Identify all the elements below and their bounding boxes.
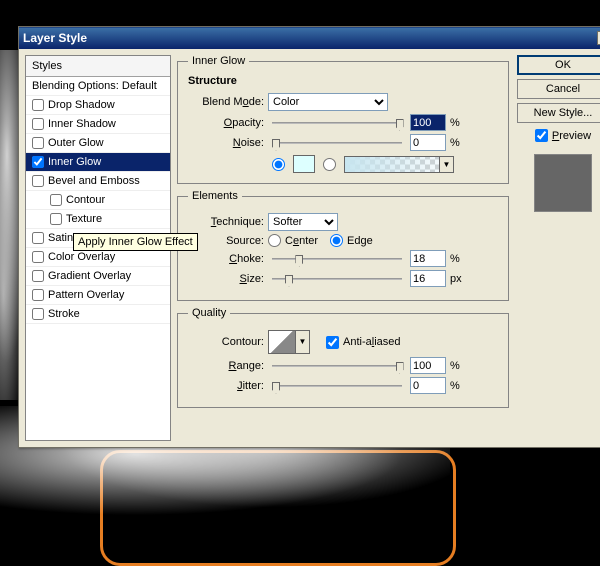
opacity-slider[interactable] xyxy=(272,115,402,131)
preview-checkbox[interactable] xyxy=(535,129,548,142)
buttons-panel: OK Cancel New Style... Preview xyxy=(515,55,600,441)
styles-header[interactable]: Styles xyxy=(26,56,170,77)
range-label: Range: xyxy=(188,360,264,372)
settings-panel: Inner Glow Structure Blend Mode: Color O… xyxy=(177,55,509,441)
quality-title: Quality xyxy=(188,307,230,319)
checkbox[interactable] xyxy=(32,232,44,244)
checkbox[interactable] xyxy=(32,289,44,301)
antialiased-checkbox[interactable] xyxy=(326,336,339,349)
opacity-input[interactable] xyxy=(410,114,446,131)
antialiased-label: Anti-aliased xyxy=(343,336,401,348)
choke-slider[interactable] xyxy=(272,251,402,267)
cancel-button[interactable]: Cancel xyxy=(517,79,600,99)
structure-title: Structure xyxy=(188,75,498,87)
quality-group: Quality Contour: ▼ Anti-aliased Range: % xyxy=(177,307,509,408)
elements-group: Elements Technique: Softer Source: Cente… xyxy=(177,190,509,301)
style-inner-shadow[interactable]: Inner Shadow xyxy=(26,115,170,134)
tooltip: Apply Inner Glow Effect xyxy=(73,233,198,251)
blend-mode-label: Blend Mode: xyxy=(188,96,264,108)
checkbox[interactable] xyxy=(32,175,44,187)
blending-options[interactable]: Blending Options: Default xyxy=(26,77,170,96)
style-outer-glow[interactable]: Outer Glow xyxy=(26,134,170,153)
chevron-down-icon[interactable]: ▼ xyxy=(440,156,454,173)
opacity-label: Opacity: xyxy=(188,117,264,129)
style-texture[interactable]: Texture xyxy=(26,210,170,229)
color-radio[interactable] xyxy=(272,158,285,171)
contour-picker[interactable] xyxy=(268,330,296,354)
gradient-radio[interactable] xyxy=(323,158,336,171)
preview-label: Preview xyxy=(552,130,591,142)
style-pattern-overlay[interactable]: Pattern Overlay xyxy=(26,286,170,305)
size-label: Size: xyxy=(188,273,264,285)
technique-label: Technique: xyxy=(188,216,264,228)
color-swatch[interactable] xyxy=(293,155,315,173)
new-style-button[interactable]: New Style... xyxy=(517,103,600,123)
size-input[interactable] xyxy=(410,270,446,287)
source-center-radio[interactable] xyxy=(268,234,281,247)
style-gradient-overlay[interactable]: Gradient Overlay xyxy=(26,267,170,286)
jitter-slider[interactable] xyxy=(272,378,402,394)
jitter-label: Jitter: xyxy=(188,380,264,392)
jitter-input[interactable] xyxy=(410,377,446,394)
checkbox[interactable] xyxy=(32,137,44,149)
checkbox[interactable] xyxy=(32,270,44,282)
range-input[interactable] xyxy=(410,357,446,374)
preview-thumbnail xyxy=(534,154,592,212)
choke-input[interactable] xyxy=(410,250,446,267)
titlebar: Layer Style ✕ xyxy=(19,27,600,49)
checkbox[interactable] xyxy=(32,99,44,111)
group-title: Inner Glow xyxy=(188,55,249,67)
choke-label: Choke: xyxy=(188,253,264,265)
contour-label: Contour: xyxy=(188,336,264,348)
dialog-title: Layer Style xyxy=(23,31,597,45)
layer-style-dialog: Layer Style ✕ Styles Blending Options: D… xyxy=(18,26,600,448)
technique-select[interactable]: Softer xyxy=(268,213,338,231)
noise-label: Noise: xyxy=(188,137,264,149)
edge-label: Edge xyxy=(347,235,373,247)
inner-glow-group: Inner Glow Structure Blend Mode: Color O… xyxy=(177,55,509,184)
noise-input[interactable] xyxy=(410,134,446,151)
ok-button[interactable]: OK xyxy=(517,55,600,75)
noise-slider[interactable] xyxy=(272,135,402,151)
style-contour[interactable]: Contour xyxy=(26,191,170,210)
source-label: Source: xyxy=(188,235,264,247)
center-label: Center xyxy=(285,235,318,247)
gradient-swatch[interactable] xyxy=(344,156,440,173)
checkbox[interactable] xyxy=(32,156,44,168)
checkbox[interactable] xyxy=(50,213,62,225)
style-drop-shadow[interactable]: Drop Shadow xyxy=(26,96,170,115)
checkbox[interactable] xyxy=(32,251,44,263)
checkbox[interactable] xyxy=(32,118,44,130)
elements-title: Elements xyxy=(188,190,242,202)
size-slider[interactable] xyxy=(272,271,402,287)
checkbox[interactable] xyxy=(32,308,44,320)
chevron-down-icon[interactable]: ▼ xyxy=(296,330,310,354)
source-edge-radio[interactable] xyxy=(330,234,343,247)
checkbox[interactable] xyxy=(50,194,62,206)
blend-mode-select[interactable]: Color xyxy=(268,93,388,111)
style-bevel[interactable]: Bevel and Emboss xyxy=(26,172,170,191)
style-inner-glow[interactable]: Inner Glow xyxy=(26,153,170,172)
range-slider[interactable] xyxy=(272,358,402,374)
style-stroke[interactable]: Stroke xyxy=(26,305,170,324)
